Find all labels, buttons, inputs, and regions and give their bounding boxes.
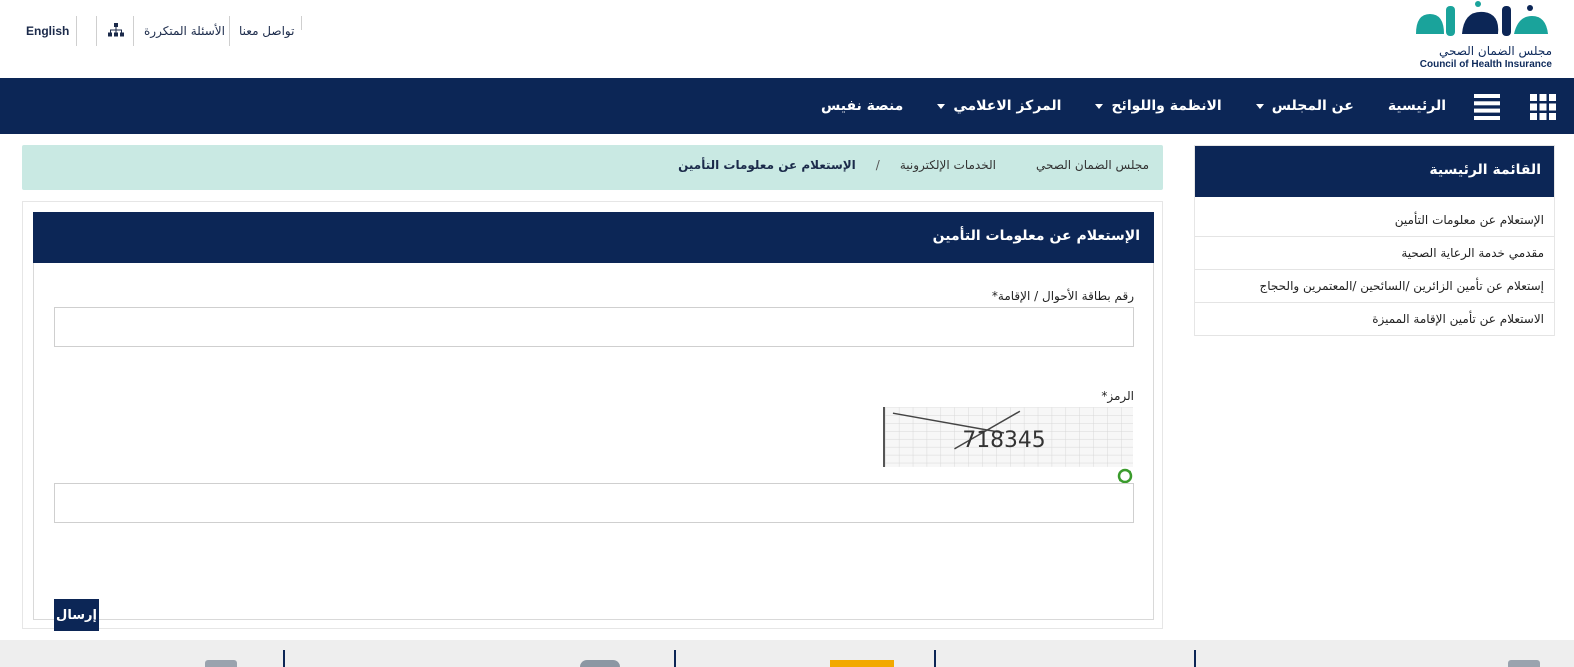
footer-logo-partner[interactable] bbox=[1508, 660, 1540, 667]
faq-link[interactable]: الأسئلة المتكررة bbox=[144, 24, 225, 38]
divider bbox=[229, 16, 230, 46]
nav-item-nafees[interactable]: منصة نفيس bbox=[821, 98, 903, 114]
footer-divider bbox=[674, 650, 676, 667]
footer-logo-partner[interactable] bbox=[580, 660, 620, 667]
side-menu-title: القائمة الرئيسية bbox=[1429, 162, 1541, 178]
captcha-input[interactable] bbox=[54, 483, 1134, 523]
nav-item-label: الرئيسية bbox=[1387, 98, 1446, 114]
nav-item-label: المركز الاعلامي bbox=[953, 98, 1062, 114]
chevron-down-icon bbox=[1095, 103, 1104, 109]
nav-menu: الرئيسية عن المجلس الانظمة واللوائح المر… bbox=[787, 78, 1446, 134]
nav-item-label: عن المجلس bbox=[1271, 98, 1354, 114]
side-menu-item-label: إستعلام عن تأمين الزائرين /السائحين /الم… bbox=[1259, 279, 1544, 293]
divider bbox=[96, 16, 97, 46]
nav-item-label: منصة نفيس bbox=[820, 98, 904, 114]
nav-item-regulations[interactable]: الانظمة واللوائح bbox=[1095, 98, 1222, 114]
main-navigation: الرئيسية عن المجلس الانظمة واللوائح المر… bbox=[0, 78, 1574, 134]
inquiry-form: الإستعلام عن معلومات التأمين رقم بطاقة ا… bbox=[33, 212, 1154, 631]
footer-logo-partner[interactable] bbox=[830, 660, 894, 667]
captcha-image: 718345 bbox=[883, 407, 1133, 467]
top-header: مجلس الضمان الصحي Council of Health Insu… bbox=[0, 0, 1574, 78]
divider bbox=[76, 16, 77, 46]
side-menu-item-label: الإستعلام عن معلومات التأمين bbox=[1394, 213, 1544, 227]
nav-item-label: الانظمة واللوائح bbox=[1111, 98, 1222, 114]
language-switch[interactable]: English bbox=[26, 24, 69, 38]
footer-logo-partner[interactable] bbox=[205, 660, 237, 667]
logo-arabic-subtitle: مجلس الضمان الصحي bbox=[1438, 44, 1552, 58]
refresh-icon[interactable] bbox=[1117, 468, 1133, 484]
side-menu-item-visitors-insurance[interactable]: إستعلام عن تأمين الزائرين /السائحين /الم… bbox=[1195, 270, 1554, 303]
logo-english-name: Council of Health Insurance bbox=[1419, 59, 1552, 70]
form-title: الإستعلام عن معلومات التأمين bbox=[932, 228, 1140, 244]
side-menu-item-premium-residency[interactable]: الاستعلام عن تأمين الإقامة المميزة bbox=[1195, 303, 1554, 336]
breadcrumb-item-current: الإستعلام عن معلومات التأمين bbox=[678, 158, 856, 172]
id-number-input[interactable] bbox=[54, 307, 1134, 347]
sitemap-icon[interactable] bbox=[108, 23, 124, 37]
nav-item-home[interactable]: الرئيسية bbox=[1388, 98, 1446, 114]
breadcrumb-item-eservices[interactable]: الخدمات الإلكترونية bbox=[900, 158, 996, 172]
nav-item-about[interactable]: عن المجلس bbox=[1255, 98, 1354, 114]
nav-item-media-center[interactable]: المركز الاعلامي bbox=[937, 98, 1061, 114]
council-logo[interactable]: مجلس الضمان الصحي Council of Health Insu… bbox=[1402, 0, 1552, 76]
hamburger-icon[interactable] bbox=[1474, 94, 1500, 120]
breadcrumb: مجلس الضمان الصحي الخدمات الإلكترونية / … bbox=[22, 145, 1163, 190]
chevron-down-icon bbox=[937, 103, 946, 109]
breadcrumb-separator: / bbox=[875, 158, 880, 172]
side-menu-item-label: الاستعلام عن تأمين الإقامة المميزة bbox=[1372, 312, 1544, 326]
id-number-label: رقم بطاقة الأحوال / الإقامة* bbox=[991, 289, 1134, 303]
form-header: الإستعلام عن معلومات التأمين bbox=[33, 212, 1154, 263]
footer-divider bbox=[283, 650, 285, 667]
apps-grid-icon[interactable] bbox=[1530, 94, 1556, 120]
logo-mark bbox=[1416, 1, 1548, 36]
contact-link[interactable]: تواصل معنا bbox=[239, 24, 294, 38]
submit-button[interactable]: إرسال bbox=[54, 599, 99, 631]
divider bbox=[133, 16, 134, 46]
side-menu-header: القائمة الرئيسية bbox=[1195, 146, 1554, 197]
side-menu: القائمة الرئيسية الإستعلام عن معلومات ال… bbox=[1194, 145, 1555, 336]
side-menu-item-insurance-inquiry[interactable]: الإستعلام عن معلومات التأمين bbox=[1195, 204, 1554, 237]
footer-strip bbox=[0, 640, 1574, 667]
side-menu-item-label: مقدمي خدمة الرعاية الصحية bbox=[1401, 246, 1544, 260]
chevron-down-icon bbox=[1255, 103, 1264, 109]
captcha-text: 718345 bbox=[962, 428, 1045, 453]
side-menu-item-healthcare-providers[interactable]: مقدمي خدمة الرعاية الصحية bbox=[1195, 237, 1554, 270]
inquiry-panel: الإستعلام عن معلومات التأمين رقم بطاقة ا… bbox=[22, 201, 1163, 631]
breadcrumb-item-council[interactable]: مجلس الضمان الصحي bbox=[1036, 158, 1149, 172]
footer-divider bbox=[934, 650, 936, 667]
footer-divider bbox=[1194, 650, 1196, 667]
captcha-label: الرمز* bbox=[1101, 389, 1134, 403]
breadcrumb-trail: مجلس الضمان الصحي الخدمات الإلكترونية / … bbox=[678, 158, 1149, 172]
divider bbox=[301, 16, 302, 30]
